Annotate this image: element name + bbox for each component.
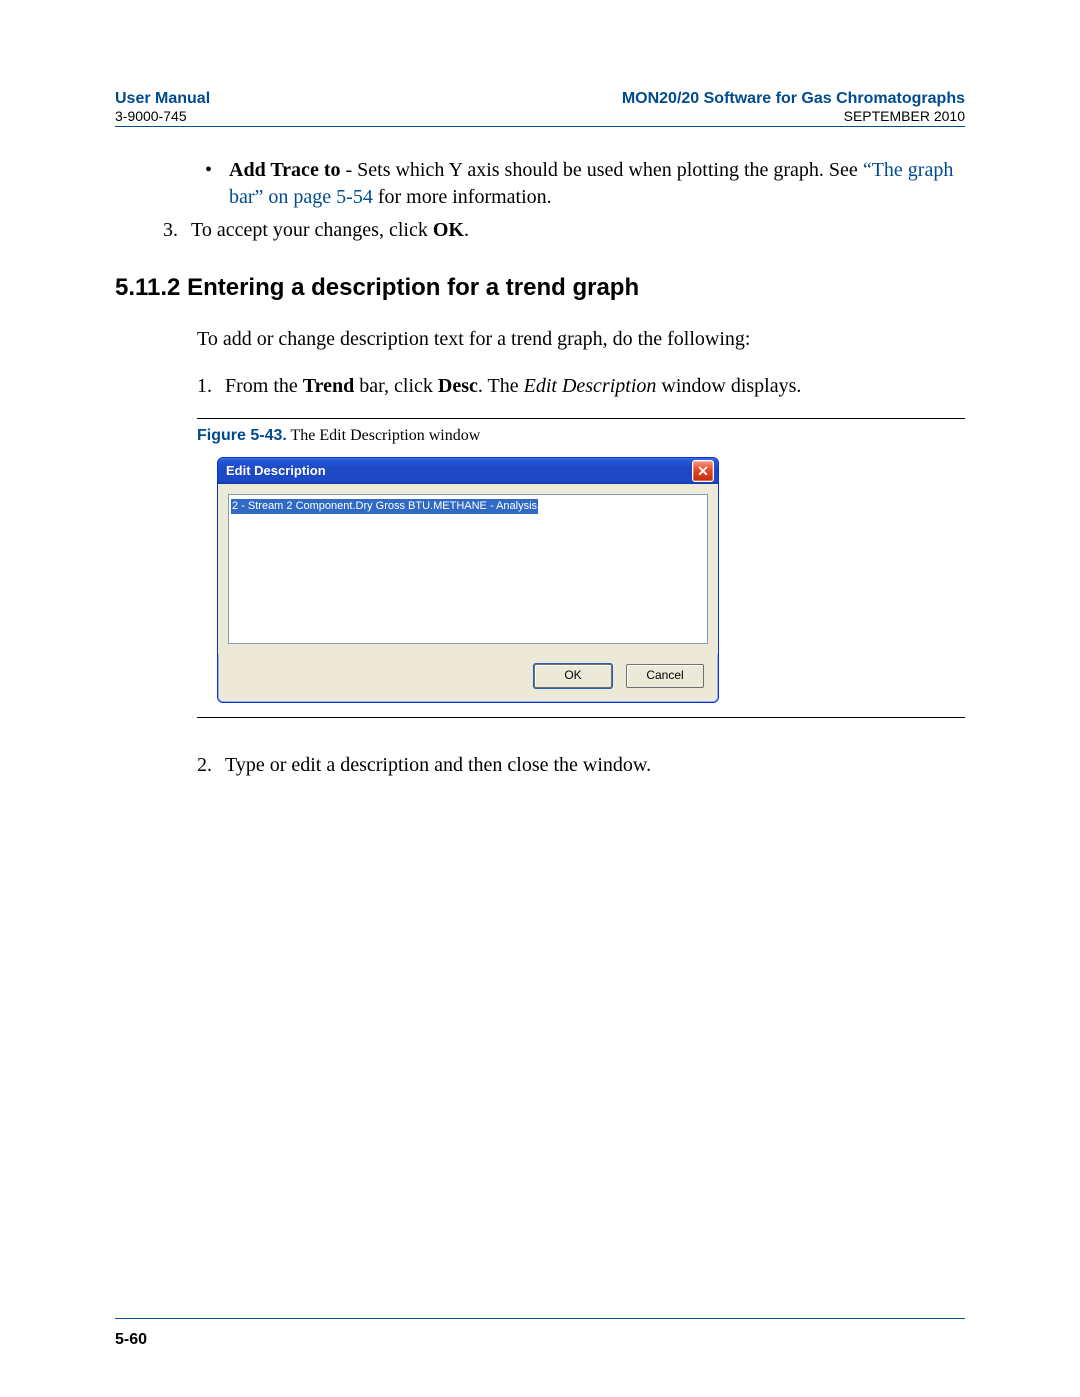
section-heading: 5.11.2 Entering a description for a tren… <box>115 272 965 304</box>
step3-post: . <box>464 219 469 241</box>
s1-pre: From the <box>225 375 303 397</box>
step-2-number: 2. <box>197 752 225 779</box>
bullet-add-trace-to: • Add Trace to - Sets which Y axis shoul… <box>205 157 965 211</box>
page-number: 5-60 <box>115 1331 147 1349</box>
figure-rule-top <box>197 418 965 419</box>
section-title: Entering a description for a trend graph <box>187 274 639 301</box>
step-3: 3. To accept your changes, click OK. <box>163 217 965 244</box>
page-header: User Manual 3-9000-745 MON20/20 Software… <box>115 90 965 127</box>
intro-paragraph: To add or change description text for a … <box>197 326 965 353</box>
step-1: 1. From the Trend bar, click Desc. The E… <box>197 373 965 400</box>
dialog-body: 2 - Stream 2 Component.Dry Gross BTU.MET… <box>218 484 718 654</box>
bullet-text: Add Trace to - Sets which Y axis should … <box>229 157 965 211</box>
cancel-button[interactable]: Cancel <box>626 664 704 688</box>
s1-b2: Desc <box>438 375 478 397</box>
section-number: 5.11.2 <box>115 274 180 301</box>
bullet-label: Add Trace to <box>229 159 340 181</box>
s1-m2: . The <box>478 375 524 397</box>
step-2-text: Type or edit a description and then clos… <box>225 752 651 779</box>
selected-description-text: 2 - Stream 2 Component.Dry Gross BTU.MET… <box>231 499 538 514</box>
close-button[interactable]: ✕ <box>692 460 714 482</box>
figure-rule-bottom <box>197 717 965 718</box>
step-1-text: From the Trend bar, click Desc. The Edit… <box>225 373 801 400</box>
edit-description-dialog: Edit Description ✕ 2 - Stream 2 Componen… <box>217 457 719 703</box>
s1-b1: Trend <box>303 375 355 397</box>
bullet-text-1: - Sets which Y axis should be used when … <box>340 159 862 181</box>
close-icon: ✕ <box>697 462 709 481</box>
figure-number: Figure 5-43. <box>197 427 287 444</box>
footer-rule <box>115 1318 965 1319</box>
ok-button[interactable]: OK <box>534 664 612 688</box>
step3-pre: To accept your changes, click <box>191 219 433 241</box>
header-left-sub: 3-9000-745 <box>115 108 210 124</box>
dialog-titlebar: Edit Description ✕ <box>218 458 718 484</box>
dialog-title: Edit Description <box>226 462 692 480</box>
figure-caption: Figure 5-43. The Edit Description window <box>197 425 965 447</box>
step-1-number: 1. <box>197 373 225 400</box>
step-3-number: 3. <box>163 217 191 244</box>
dialog-button-row: OK Cancel <box>218 654 718 702</box>
header-left-title: User Manual <box>115 90 210 108</box>
step3-bold: OK <box>433 219 464 241</box>
s1-m1: bar, click <box>354 375 438 397</box>
step-3-text: To accept your changes, click OK. <box>191 217 469 244</box>
description-textarea[interactable]: 2 - Stream 2 Component.Dry Gross BTU.MET… <box>228 494 708 644</box>
header-right-sub: SEPTEMBER 2010 <box>622 108 965 124</box>
bullet-text-2: for more information. <box>373 186 552 208</box>
bullet-dot-icon: • <box>205 157 229 211</box>
figure-caption-text: The Edit Description window <box>287 427 480 444</box>
header-right-title: MON20/20 Software for Gas Chromatographs <box>622 90 965 108</box>
step-2: 2. Type or edit a description and then c… <box>197 752 965 779</box>
s1-post: window displays. <box>656 375 801 397</box>
s1-ital: Edit Description <box>524 375 657 397</box>
